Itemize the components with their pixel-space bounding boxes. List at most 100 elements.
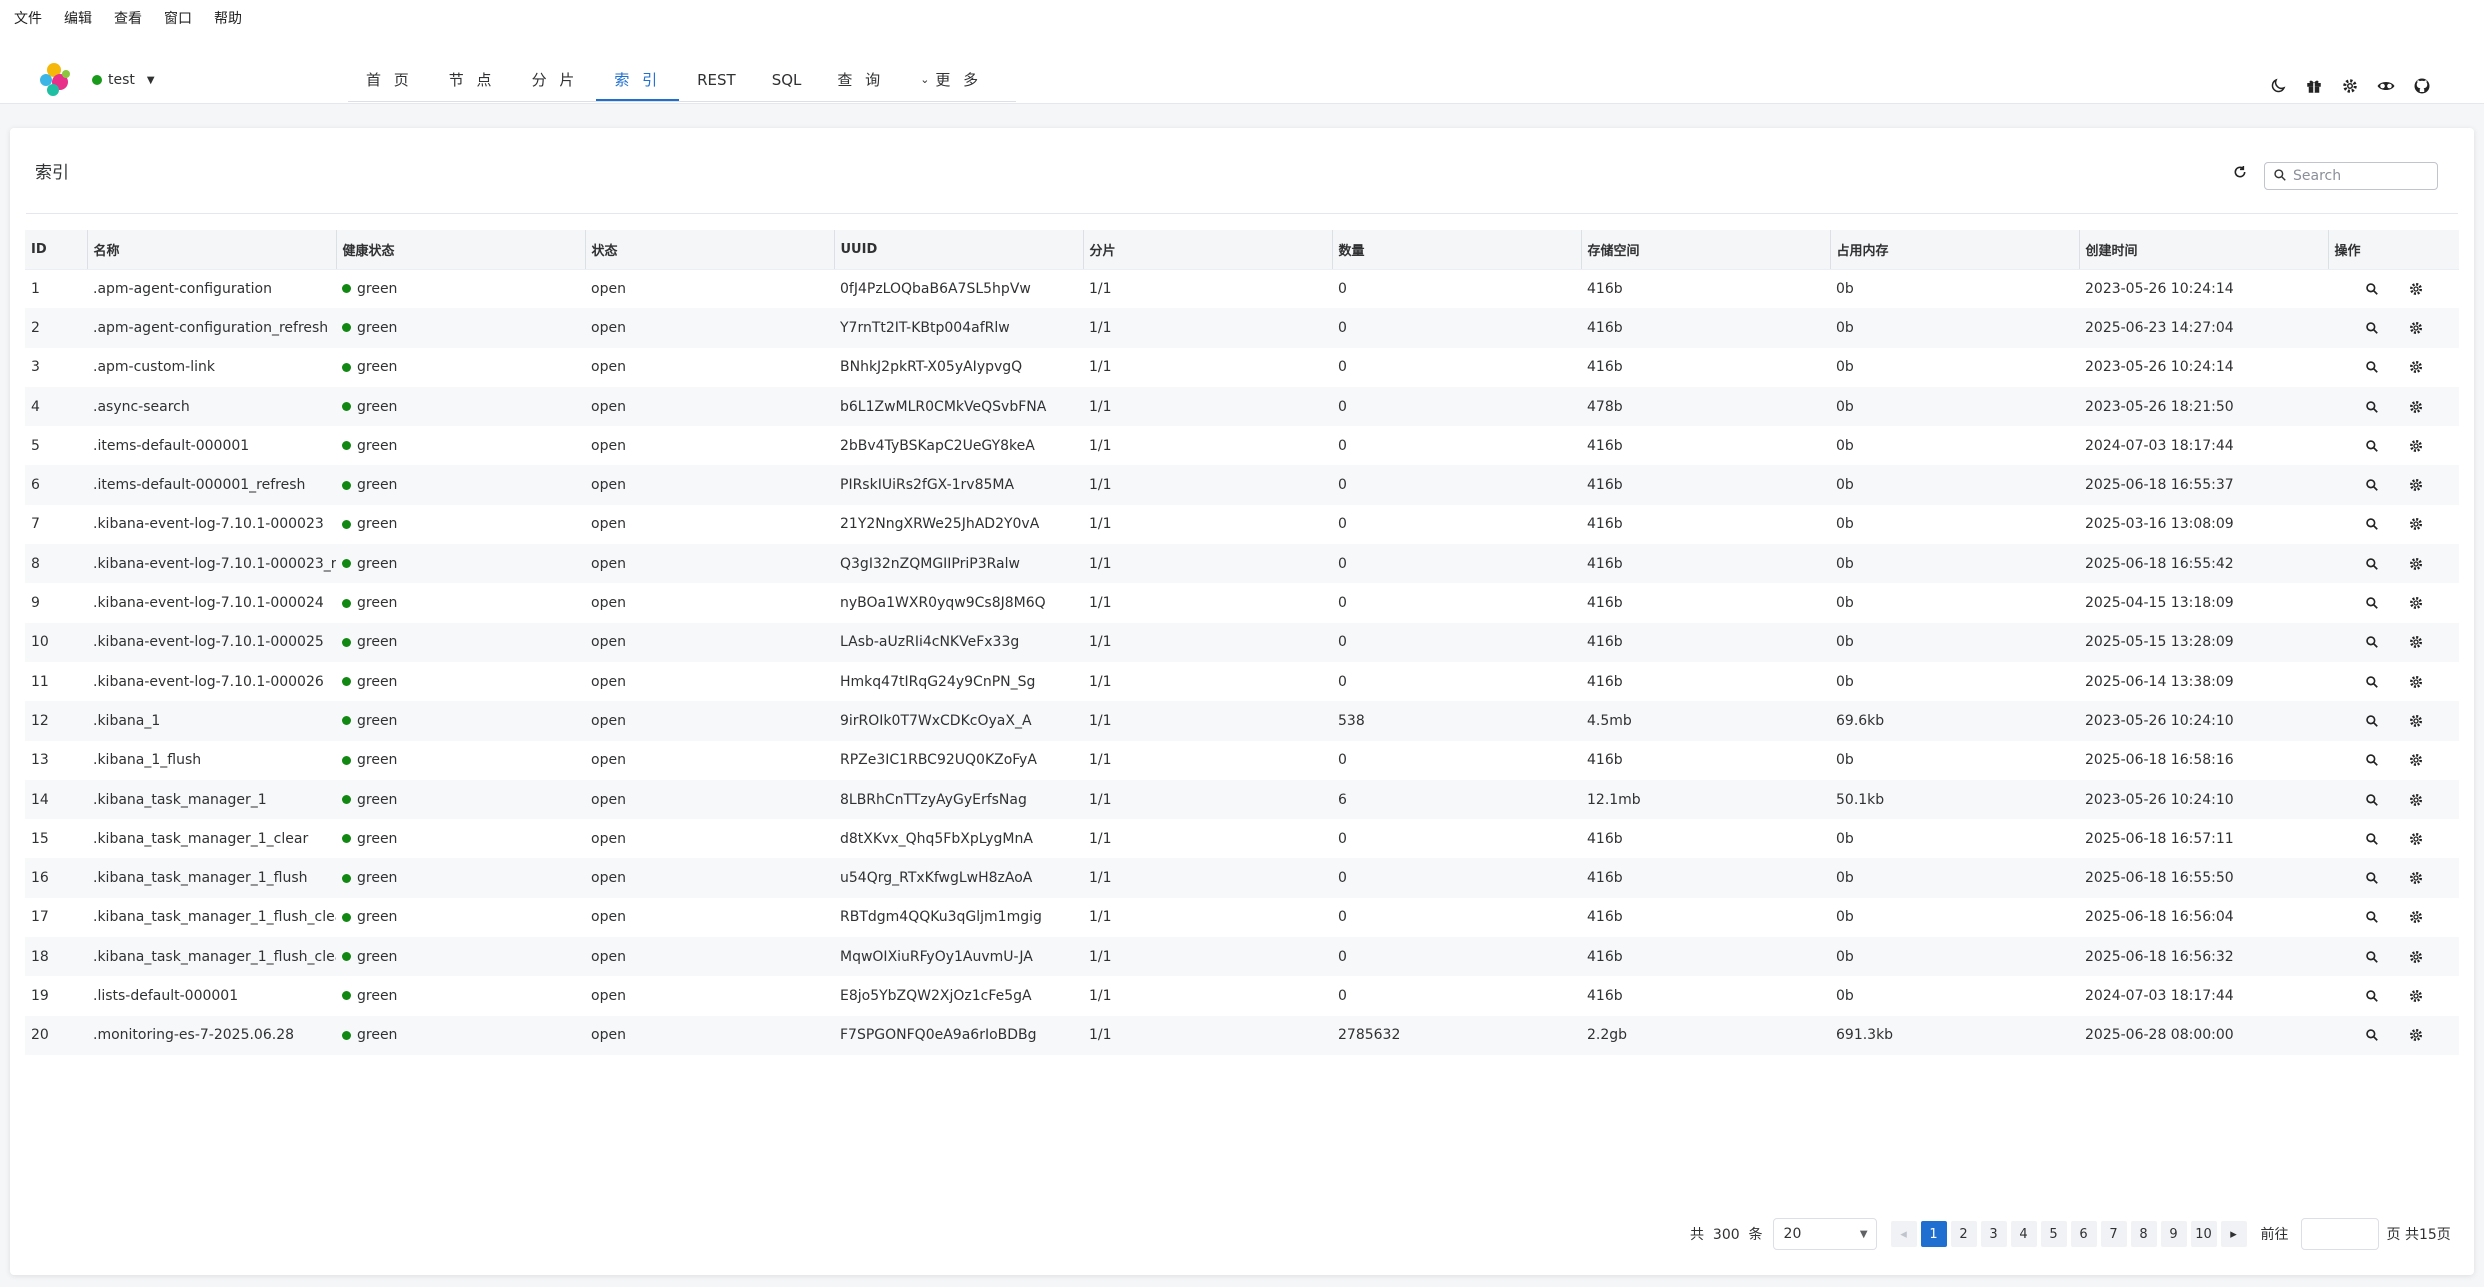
settings-icon[interactable] <box>2340 76 2360 96</box>
search-icon[interactable] <box>2364 949 2380 965</box>
cell-name[interactable]: .kibana-event-log-7.10.1-000023_refresh <box>87 544 336 584</box>
settings-icon[interactable] <box>2408 1027 2424 1043</box>
refresh-icon[interactable] <box>2232 164 2252 184</box>
col-header-shards[interactable]: 分片 <box>1083 230 1333 270</box>
tab-rest[interactable]: REST <box>679 60 754 101</box>
tab-home[interactable]: 首 页 <box>348 60 431 101</box>
search-icon[interactable] <box>2364 477 2380 493</box>
cell-name[interactable]: .items-default-000001_refresh <box>87 465 336 505</box>
tab-nodes[interactable]: 节 点 <box>431 60 514 101</box>
cell-name[interactable]: .async-search <box>87 386 336 427</box>
col-header-health[interactable]: 健康状态 <box>336 230 586 270</box>
cell-name[interactable]: .lists-default-000001 <box>87 976 336 1015</box>
page-button-1[interactable]: 1 <box>1920 1221 1947 1247</box>
page-button-3[interactable]: 3 <box>1980 1221 2007 1247</box>
github-icon[interactable] <box>2412 76 2432 96</box>
search-icon[interactable] <box>2364 359 2380 375</box>
next-page-button[interactable]: ▸ <box>2220 1221 2247 1247</box>
cell-name[interactable]: .kibana_1_flush <box>87 741 336 780</box>
search-input[interactable] <box>2293 168 2423 184</box>
cell-name[interactable]: .kibana_task_manager_1_flush <box>87 858 336 898</box>
settings-icon[interactable] <box>2408 595 2424 611</box>
cell-name[interactable]: .apm-agent-configuration_refresh <box>87 308 336 348</box>
search-icon[interactable] <box>2364 634 2380 650</box>
prev-page-button[interactable]: ◂ <box>1890 1221 1917 1247</box>
search-icon[interactable] <box>2364 909 2380 925</box>
search-icon[interactable] <box>2364 516 2380 532</box>
page-button-5[interactable]: 5 <box>2040 1221 2067 1247</box>
settings-icon[interactable] <box>2408 909 2424 925</box>
search-icon[interactable] <box>2364 752 2380 768</box>
settings-icon[interactable] <box>2408 831 2424 847</box>
settings-icon[interactable] <box>2408 516 2424 532</box>
menu-edit[interactable]: 编辑 <box>64 8 92 28</box>
settings-icon[interactable] <box>2408 634 2424 650</box>
search-icon[interactable] <box>2364 1027 2380 1043</box>
tab-shards[interactable]: 分 片 <box>514 60 597 101</box>
menu-window[interactable]: 窗口 <box>164 8 192 28</box>
search-icon[interactable] <box>2364 674 2380 690</box>
settings-icon[interactable] <box>2408 359 2424 375</box>
gift-icon[interactable] <box>2304 76 2324 96</box>
cluster-selector[interactable]: test ▼ <box>92 72 155 88</box>
settings-icon[interactable] <box>2408 399 2424 415</box>
tab-more[interactable]: ⌄ 更 多 <box>902 60 1000 101</box>
menu-help[interactable]: 帮助 <box>214 8 242 28</box>
cell-name[interactable]: .kibana_1 <box>87 701 336 741</box>
menu-file[interactable]: 文件 <box>14 8 42 28</box>
settings-icon[interactable] <box>2408 556 2424 572</box>
page-button-2[interactable]: 2 <box>1950 1221 1977 1247</box>
cell-name[interactable]: .kibana-event-log-7.10.1-000024 <box>87 583 336 622</box>
cell-name[interactable]: .apm-custom-link <box>87 348 336 387</box>
search-icon[interactable] <box>2364 281 2380 297</box>
page-button-9[interactable]: 9 <box>2160 1221 2187 1247</box>
settings-icon[interactable] <box>2408 320 2424 336</box>
eye-icon[interactable] <box>2376 76 2396 96</box>
page-button-8[interactable]: 8 <box>2130 1221 2157 1247</box>
menu-view[interactable]: 查看 <box>114 8 142 28</box>
settings-icon[interactable] <box>2408 477 2424 493</box>
tab-indices[interactable]: 索 引 <box>596 60 680 101</box>
page-button-10[interactable]: 10 <box>2190 1221 2217 1247</box>
search-icon[interactable] <box>2364 713 2380 729</box>
col-header-created[interactable]: 创建时间 <box>2079 230 2329 270</box>
page-button-4[interactable]: 4 <box>2010 1221 2037 1247</box>
search-icon[interactable] <box>2364 870 2380 886</box>
cell-name[interactable]: .kibana-event-log-7.10.1-000026 <box>87 662 336 701</box>
cell-name[interactable]: .kibana_task_manager_1_clear <box>87 819 336 858</box>
cell-name[interactable]: .apm-agent-configuration <box>87 269 336 308</box>
settings-icon[interactable] <box>2408 752 2424 768</box>
settings-icon[interactable] <box>2408 438 2424 454</box>
cell-name[interactable]: .kibana_task_manager_1_flush_clear <box>87 898 336 937</box>
page-button-7[interactable]: 7 <box>2100 1221 2127 1247</box>
search-icon[interactable] <box>2364 438 2380 454</box>
col-header-uuid[interactable]: UUID <box>834 230 1084 270</box>
settings-icon[interactable] <box>2408 713 2424 729</box>
search-icon[interactable] <box>2364 988 2380 1004</box>
search-icon[interactable] <box>2364 320 2380 336</box>
settings-icon[interactable] <box>2408 281 2424 297</box>
cell-name[interactable]: .monitoring-es-7-2025.06.28 <box>87 1015 336 1055</box>
col-header-status[interactable]: 状态 <box>585 230 835 270</box>
cell-name[interactable]: .kibana_task_manager_1 <box>87 779 336 820</box>
col-header-name[interactable]: 名称 <box>87 230 337 270</box>
tab-sql[interactable]: SQL <box>754 60 820 101</box>
settings-icon[interactable] <box>2408 949 2424 965</box>
search-icon[interactable] <box>2364 399 2380 415</box>
search-icon[interactable] <box>2364 595 2380 611</box>
cell-name[interactable]: .kibana-event-log-7.10.1-000023 <box>87 505 336 544</box>
search-icon[interactable] <box>2364 556 2380 572</box>
cell-name[interactable]: .items-default-000001 <box>87 426 336 465</box>
goto-page-input[interactable] <box>2300 1218 2379 1250</box>
settings-icon[interactable] <box>2408 674 2424 690</box>
col-header-memory[interactable]: 占用内存 <box>1830 230 2080 270</box>
page-button-6[interactable]: 6 <box>2070 1221 2097 1247</box>
cell-name[interactable]: .kibana-event-log-7.10.1-000025 <box>87 622 336 662</box>
search-icon[interactable] <box>2364 792 2380 808</box>
col-header-docs-count[interactable]: 数量 <box>1332 230 1582 270</box>
moon-icon[interactable] <box>2268 76 2288 96</box>
col-header-id[interactable]: ID <box>25 230 88 270</box>
settings-icon[interactable] <box>2408 870 2424 886</box>
cell-name[interactable]: .kibana_task_manager_1_flush_clear_refre… <box>87 937 336 977</box>
page-size-select[interactable]: 20 ▼ <box>1772 1218 1877 1250</box>
